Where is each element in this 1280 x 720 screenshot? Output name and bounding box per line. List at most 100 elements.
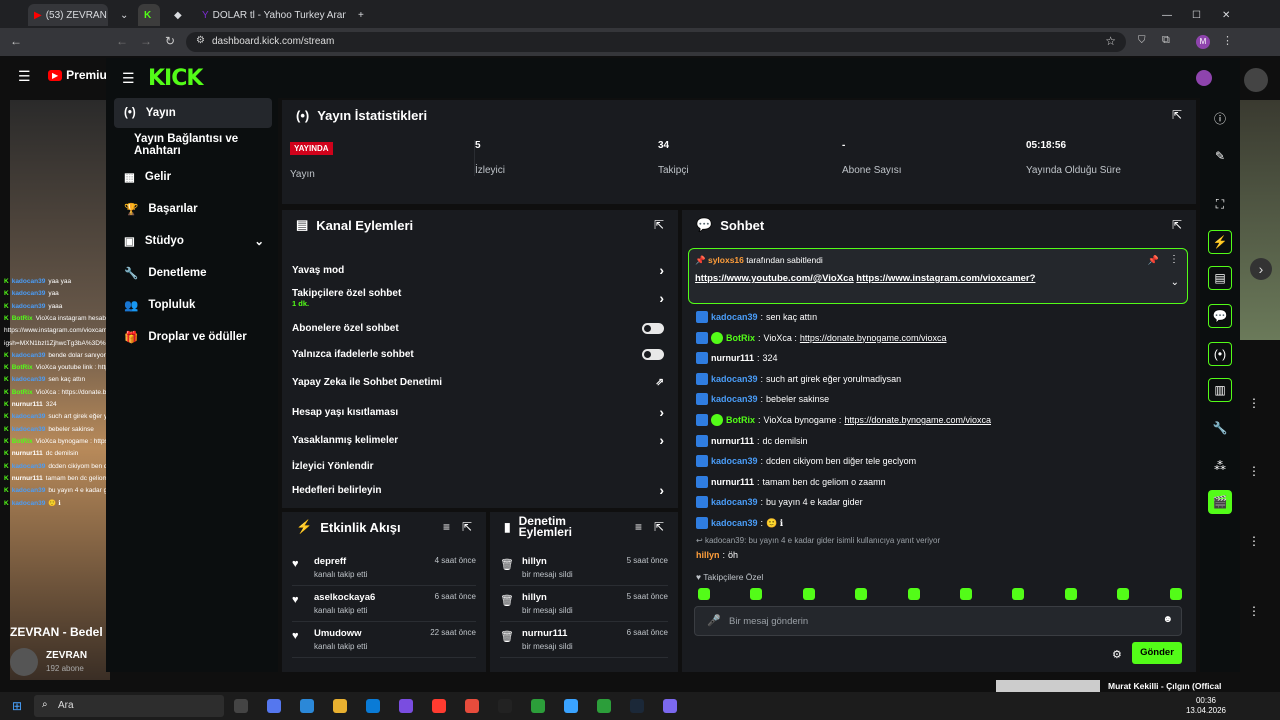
emote-icon[interactable] [960, 588, 972, 600]
chat-message[interactable]: BotRix: VioXca : https://donate.bynogame.… [696, 329, 1182, 347]
app-icon[interactable] [399, 699, 413, 713]
info-icon[interactable]: ⓘ [1208, 106, 1232, 130]
reload-icon[interactable]: ↻ [165, 34, 175, 48]
forward-icon[interactable]: → [140, 34, 152, 48]
discord-icon[interactable] [663, 699, 677, 713]
clapper-icon[interactable]: 🎬 [1208, 490, 1232, 514]
chat-message[interactable]: nurnur111: dc demilsin [696, 432, 1182, 450]
emote-icon[interactable] [1012, 588, 1025, 600]
fullscreen-icon[interactable]: ⛶ [1208, 192, 1232, 216]
actions-icon[interactable]: ▥ [1208, 378, 1232, 402]
next-arrow-icon[interactable]: › [1250, 258, 1272, 280]
emote-icon[interactable] [750, 588, 763, 600]
taskbar-search[interactable]: ⌕ Ara [34, 695, 224, 717]
action-row[interactable]: Yalnızca ifadelerle sohbet [292, 342, 664, 366]
more-icon[interactable]: ⋮ [1248, 464, 1260, 478]
tab-search-icon[interactable]: ⌄ [114, 4, 128, 26]
emote-icon[interactable] [698, 588, 710, 600]
more-icon[interactable]: ⋮ [1169, 254, 1179, 265]
nav-yayin[interactable]: (•) Yayın [114, 98, 272, 128]
pinned-message[interactable]: 📌 syloxs16 tarafından sabitlendi https:/… [688, 248, 1188, 304]
list-item[interactable]: 🗑 nurnur111 bir mesajı sildi 6 saat önce [500, 624, 668, 658]
popout-icon[interactable]: ⇱ [654, 218, 664, 232]
browser-tab-misc[interactable]: ◆ [168, 4, 190, 26]
media-thumbnail[interactable] [996, 680, 1100, 692]
hamburger-icon[interactable]: ☰ [122, 70, 135, 87]
minimize-icon[interactable]: — [1156, 4, 1176, 26]
toggle-switch[interactable] [642, 348, 664, 360]
bookmark-star-icon[interactable]: ☆ [1105, 34, 1116, 48]
more-icon[interactable]: ⋮ [1248, 604, 1260, 618]
chat-input[interactable]: 🎤 Bir mesaj gönderin ☻ [694, 606, 1182, 636]
app-icon[interactable] [564, 699, 578, 713]
popout-icon[interactable]: ⇱ [654, 520, 664, 534]
back-icon[interactable]: ← [116, 34, 128, 48]
browser-tab-yahoo[interactable]: YDOLAR tl - Yahoo Turkey Aram✕ [196, 4, 346, 26]
action-row[interactable]: İzleyici Yönlendir [292, 454, 664, 478]
steam-icon[interactable] [630, 699, 644, 713]
opera-icon[interactable] [432, 699, 446, 713]
youtube-avatar[interactable] [1244, 68, 1268, 92]
profile-avatar[interactable]: M [1196, 35, 1210, 49]
emoji-icon[interactable]: ☻ [1162, 614, 1173, 625]
hamburger-icon[interactable]: ☰ [18, 68, 31, 85]
more-icon[interactable]: ⋮ [1248, 534, 1260, 548]
new-tab-button[interactable]: + [352, 4, 372, 26]
chat-message[interactable]: BotRix: VioXca bynogame : https://donate.… [696, 411, 1182, 429]
filter-icon[interactable]: ≡ [635, 520, 642, 534]
pinned-text[interactable]: https://www.youtube.com/@VioXca https://… [695, 273, 1035, 284]
list-item[interactable]: ♥ Umudoww kanalı takip etti 22 saat önce [292, 624, 476, 658]
chat-message[interactable]: kadocan39: sen kaç attın [696, 308, 1182, 326]
channel-avatar[interactable] [10, 648, 38, 676]
emote-icon[interactable] [1064, 588, 1077, 600]
filter-icon[interactable]: ≡ [443, 520, 450, 534]
chat-message[interactable]: kadocan39: dcden cikiyom ben diğer tele g… [696, 452, 1182, 470]
action-row[interactable]: Takipçilere özel sohbet 1 dk. › [292, 286, 664, 310]
nav-gelir[interactable]: ▦ Gelir [114, 162, 272, 192]
chrome-icon[interactable] [597, 699, 611, 713]
nav-basarilar[interactable]: 🏆 Başarılar [114, 194, 272, 224]
nav-denetleme[interactable]: 🔧 Denetleme [114, 258, 272, 288]
edit-icon[interactable]: ✎ [1208, 144, 1232, 168]
emote-icon[interactable] [855, 588, 868, 600]
settings-gear-icon[interactable]: ⚙ [1112, 648, 1122, 661]
chat-message[interactable]: nurnur111: tamam ben dc geliom o zaamn [696, 473, 1182, 491]
app-icon[interactable] [267, 699, 281, 713]
unpin-icon[interactable]: 📌 [1148, 255, 1159, 266]
more-icon[interactable]: ⋮ [1248, 396, 1260, 410]
emote-icon[interactable] [1117, 588, 1130, 600]
edge-icon[interactable] [366, 699, 380, 713]
chat-message[interactable]: hillyn: öh [696, 546, 1182, 564]
channel-name[interactable]: ZEVRAN [46, 650, 87, 661]
popout-icon[interactable]: ⇱ [1172, 218, 1182, 232]
document-icon[interactable]: ▤ [1208, 266, 1232, 290]
action-row[interactable]: Yapay Zeka ile Sohbet Denetimi ⇗ [292, 370, 664, 394]
popout-icon[interactable]: ⇱ [1172, 108, 1182, 122]
nav-stream-key[interactable]: Yayın Bağlantısı ve Anahtarı [114, 130, 272, 160]
task-view-icon[interactable] [234, 699, 248, 713]
close-window-icon[interactable]: ✕ [1216, 4, 1236, 26]
emote-icon[interactable] [1169, 588, 1182, 600]
emote-icon[interactable] [907, 588, 920, 600]
action-row[interactable]: Yavaş mod › [292, 258, 664, 282]
action-row[interactable]: Yasaklanmış kelimeler › [292, 428, 664, 452]
chevron-down-icon[interactable]: ⌄ [1171, 277, 1179, 288]
chat-message[interactable]: kadocan39: bu yayın 4 e kadar gider [696, 493, 1182, 511]
app-icon[interactable] [465, 699, 479, 713]
list-item[interactable]: 🗑 hillyn bir mesajı sildi 5 saat önce [500, 552, 668, 586]
popout-icon[interactable]: ⇱ [462, 520, 472, 534]
toggle-switch[interactable] [642, 322, 664, 334]
chat-bubble-icon[interactable]: 💬 [1208, 304, 1232, 328]
site-info-icon[interactable]: ⚙ [196, 35, 205, 46]
browser-tab-youtube[interactable]: ▶(53) ZEVRAN - Be [28, 4, 108, 26]
back-icon[interactable]: ← [10, 34, 22, 48]
chat-message[interactable]: nurnur111:324 [696, 349, 1182, 367]
emote-icon[interactable] [802, 588, 815, 600]
user-avatar[interactable] [1196, 70, 1212, 86]
chrome-icon[interactable] [531, 699, 545, 713]
nav-droplar[interactable]: 🎁 Droplar ve ödüller [114, 322, 272, 352]
nav-topluluk[interactable]: 👥 Topluluk [114, 290, 272, 320]
action-row[interactable]: Abonelere özel sohbet [292, 316, 664, 340]
bolt-icon[interactable]: ⚡ [1208, 230, 1232, 254]
mic-icon[interactable]: 🎤 [707, 614, 721, 627]
